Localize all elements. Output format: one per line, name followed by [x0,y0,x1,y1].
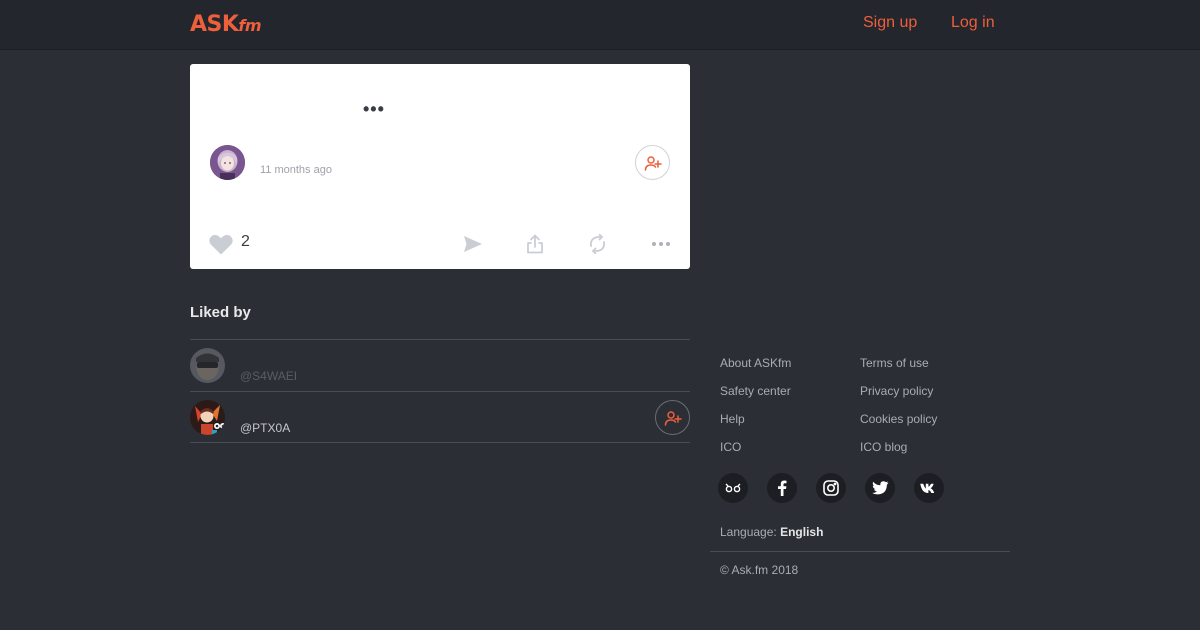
share-button[interactable] [525,234,545,254]
instagram-social-button[interactable] [816,473,846,503]
footer-link-safety[interactable]: Safety center [720,384,791,398]
heart-icon [209,234,233,254]
footer-link-cookies[interactable]: Cookies policy [860,412,937,426]
footer-link-ico-blog[interactable]: ICO blog [860,440,907,454]
language-selector[interactable]: Language: English [720,525,823,539]
vk-icon [920,483,935,493]
instagram-icon [823,480,839,496]
login-link[interactable]: Log in [951,13,995,33]
askfm-logo[interactable]: ASKfm [190,11,262,40]
add-user-icon [664,410,682,426]
facebook-icon [778,480,787,496]
askfm-icon [725,483,741,493]
logo-main: ASK [190,12,239,37]
footer-divider [710,551,1010,552]
language-label: Language: [720,525,777,539]
answer-card: ••• 11 months ago 2 [190,64,690,269]
follow-author-button[interactable] [635,145,670,180]
liked-by-list: @S4WAEI @PTX0A [190,339,690,443]
footer-link-terms[interactable]: Terms of use [860,356,929,370]
send-button[interactable] [462,234,484,254]
list-item[interactable]: @S4WAEI [190,339,690,391]
like-count[interactable]: 2 [241,233,250,251]
question-text[interactable]: ••• [363,100,385,118]
twitter-icon [871,481,888,495]
footer-link-ico[interactable]: ICO [720,440,741,454]
more-dots-icon [652,242,670,246]
avatar[interactable] [190,348,225,383]
footer-link-about[interactable]: About ASKfm [720,356,791,370]
footer-link-help[interactable]: Help [720,412,745,426]
vk-social-button[interactable] [914,473,944,503]
liked-by-heading: Liked by [190,304,251,321]
top-header: ASKfm Sign up Log in [0,0,1200,50]
paper-plane-icon [464,236,482,252]
add-user-icon [644,155,662,171]
list-item[interactable]: @PTX0A [190,391,690,443]
more-options-button[interactable] [650,234,672,254]
logo-suffix: fm [238,16,262,35]
liked-username[interactable]: @S4WAEI [240,369,297,383]
repost-button[interactable] [587,234,607,254]
twitter-social-button[interactable] [865,473,895,503]
signup-link[interactable]: Sign up [863,13,917,33]
answer-timestamp[interactable]: 11 months ago [260,164,332,176]
language-value[interactable]: English [780,525,823,539]
facebook-social-button[interactable] [767,473,797,503]
copyright-text: © Ask.fm 2018 [720,563,799,577]
like-button[interactable] [208,234,234,254]
repost-icon [589,234,605,254]
askfm-social-button[interactable] [718,473,748,503]
avatar[interactable] [190,400,225,435]
author-avatar[interactable] [210,145,245,180]
share-icon [527,234,543,254]
liked-username[interactable]: @PTX0A [240,421,290,435]
footer-link-privacy[interactable]: Privacy policy [860,384,933,398]
follow-user-button[interactable] [655,400,690,435]
answer-actions-bar: 2 [190,224,690,264]
